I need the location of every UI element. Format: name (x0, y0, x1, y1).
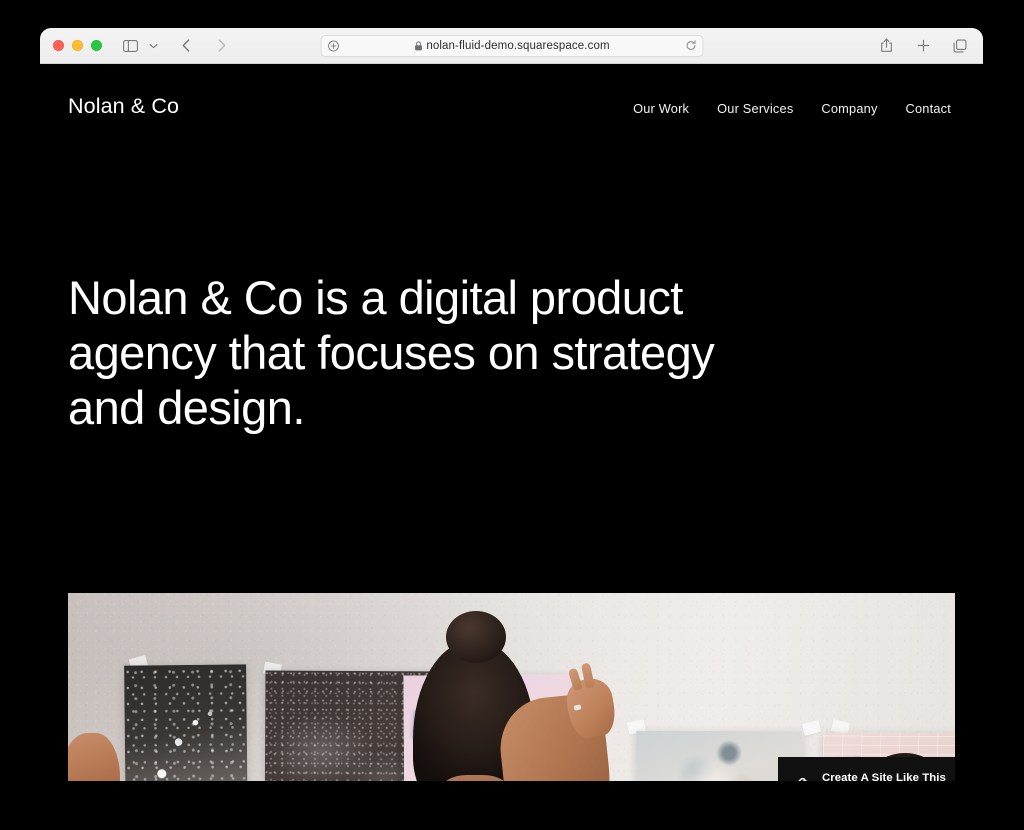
nav-item-contact[interactable]: Contact (906, 101, 951, 116)
share-icon[interactable] (876, 35, 896, 57)
site-logo[interactable]: Nolan & Co (68, 94, 179, 119)
page-settings-icon[interactable] (327, 40, 339, 52)
reload-icon[interactable] (685, 40, 696, 51)
minimize-window-button[interactable] (72, 40, 83, 51)
person-center-hair-bun (446, 611, 506, 663)
squarespace-logo-icon (791, 773, 813, 781)
promo-title: Create A Site Like This (822, 772, 946, 781)
address-bar-content: nolan-fluid-demo.squarespace.com (339, 40, 685, 52)
promo-text-group: Create A Site Like This Free trial. Inst… (822, 772, 946, 781)
framed-artwork (124, 664, 248, 781)
browser-toolbar: nolan-fluid-demo.squarespace.com (40, 28, 983, 64)
plus-icon[interactable] (913, 35, 933, 57)
squarespace-promo-badge[interactable]: Create A Site Like This Free trial. Inst… (778, 757, 955, 781)
safari-browser-window: nolan-fluid-demo.squarespace.com Nolan &… (40, 28, 983, 781)
hero-headline: Nolan & Co is a digital product agency t… (68, 271, 715, 434)
navigation-arrows (176, 35, 232, 57)
chevron-down-icon[interactable] (143, 35, 163, 57)
sidebar-icon[interactable] (120, 35, 140, 57)
page-viewport: Nolan & Co Our Work Our Services Company… (40, 64, 983, 781)
address-bar[interactable]: nolan-fluid-demo.squarespace.com (320, 34, 703, 57)
site-navigation: Our Work Our Services Company Contact (633, 101, 953, 116)
window-traffic-lights (53, 40, 102, 51)
desktop-backdrop: nolan-fluid-demo.squarespace.com Nolan &… (0, 0, 1024, 830)
hero-section: Nolan & Co is a digital product agency t… (40, 271, 983, 436)
site-header: Nolan & Co Our Work Our Services Company… (40, 64, 983, 119)
toolbar-right-controls (876, 35, 970, 57)
nav-item-our-services[interactable]: Our Services (717, 101, 793, 116)
close-window-button[interactable] (53, 40, 64, 51)
address-bar-url[interactable]: nolan-fluid-demo.squarespace.com (426, 40, 609, 52)
toolbar-left-controls (120, 35, 232, 57)
back-arrow-icon[interactable] (176, 35, 196, 57)
artwork-image (124, 664, 248, 781)
zoom-window-button[interactable] (91, 40, 102, 51)
hero-image: Create A Site Like This Free trial. Inst… (68, 593, 955, 781)
nav-item-company[interactable]: Company (821, 101, 877, 116)
tabs-icon[interactable] (950, 35, 970, 57)
nav-item-our-work[interactable]: Our Work (633, 101, 689, 116)
forward-arrow-icon[interactable] (212, 35, 232, 57)
hero-photo-composition (68, 593, 955, 781)
lock-icon (414, 40, 422, 51)
